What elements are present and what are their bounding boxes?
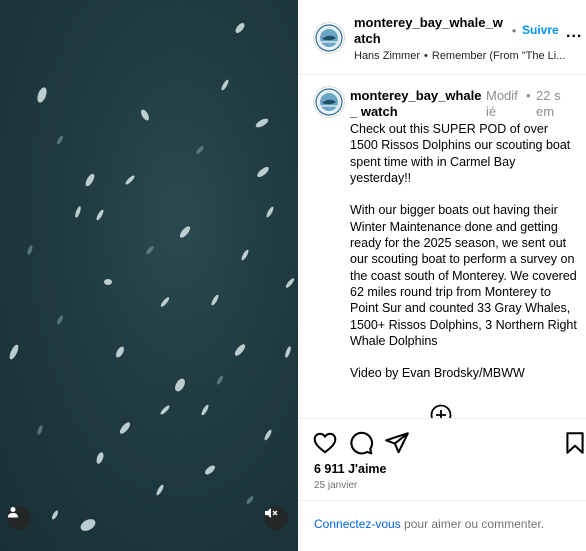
caption-separator: • (526, 88, 531, 103)
login-prompt: Connectez-vous pour aimer ou commenter. (298, 500, 586, 551)
user-tag-icon (8, 507, 18, 518)
post-header: monterey_bay_whale_watch • Suivre ... Ha… (298, 0, 586, 75)
dolphin-pod-image (9, 23, 295, 531)
login-prompt-text: Connectez-vous pour aimer ou commenter. (314, 517, 544, 531)
comment-icon[interactable] (348, 430, 374, 456)
audio-artist: Hans Zimmer (354, 50, 421, 62)
header-separator: • (512, 24, 517, 38)
follow-button[interactable]: Suivre (522, 23, 559, 37)
audio-info[interactable]: Hans Zimmer • Remember (From "The Li... (354, 50, 586, 62)
likes-count[interactable]: 6 911 J'aime (314, 462, 386, 476)
whale-logo-icon (315, 88, 343, 116)
audio-separator: • (424, 50, 428, 62)
actions-divider (298, 418, 586, 419)
whale-logo-icon (315, 24, 343, 52)
plus-circle-icon[interactable] (430, 404, 452, 418)
caption-timestamp[interactable]: 22 sem (536, 88, 566, 120)
heart-icon[interactable] (312, 430, 338, 456)
user-tag-button[interactable] (7, 506, 31, 530)
caption-section: monterey_bay_whale_ watch Modif ié • 22 … (298, 75, 586, 418)
share-icon[interactable] (384, 430, 410, 456)
login-suffix: pour aimer ou commenter. (400, 517, 545, 531)
audio-title: Remember (From "The Li... (431, 50, 566, 62)
caption-username[interactable]: monterey_bay_whale_ watch (350, 88, 482, 120)
post-media-video[interactable] (0, 0, 298, 551)
caption-text: Check out this SUPER POD of over 1500 Ri… (350, 122, 577, 381)
profile-avatar[interactable] (313, 22, 345, 54)
mute-icon (265, 508, 278, 518)
more-options-button[interactable]: ... (566, 24, 582, 42)
login-link[interactable]: Connectez-vous (314, 517, 401, 531)
post-date[interactable]: 25 janvier (314, 480, 357, 491)
edited-label: Modif ié (486, 88, 518, 119)
mute-button[interactable] (264, 506, 288, 530)
post-details-panel: monterey_bay_whale_watch • Suivre ... Ha… (298, 0, 586, 551)
post-username[interactable]: monterey_bay_whale_watch (354, 15, 506, 47)
post-actions (298, 430, 586, 458)
bookmark-icon[interactable] (562, 430, 586, 456)
caption-avatar[interactable] (313, 86, 345, 118)
